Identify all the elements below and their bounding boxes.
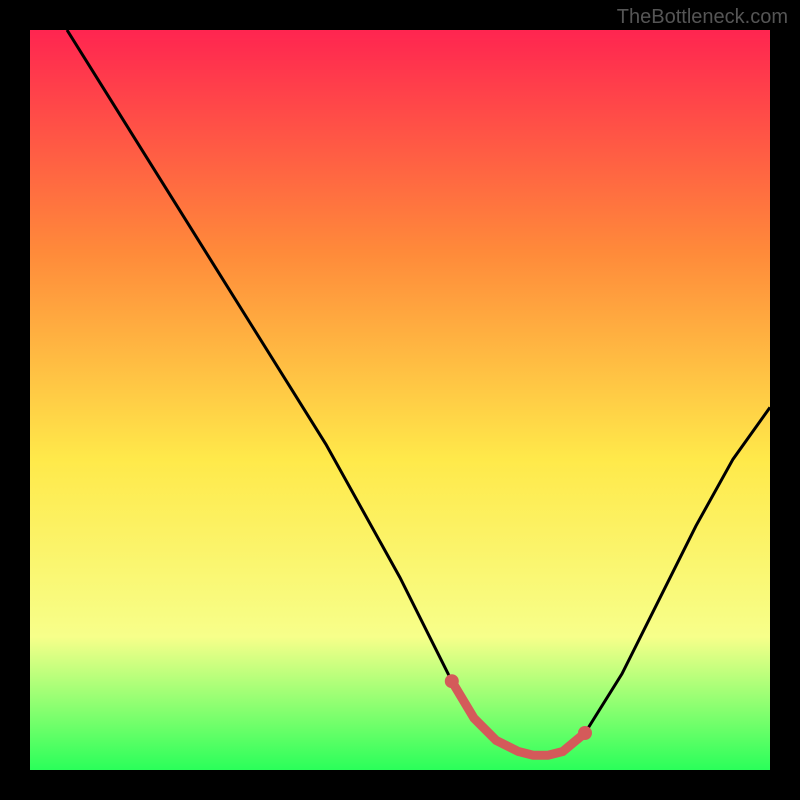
optimal-dot bbox=[445, 674, 459, 688]
optimal-dot bbox=[578, 726, 592, 740]
watermark-text: TheBottleneck.com bbox=[617, 6, 788, 29]
chart-container: TheBottleneck.com bbox=[0, 0, 800, 800]
chart-svg bbox=[30, 30, 770, 770]
plot-area bbox=[30, 30, 770, 770]
gradient-background bbox=[30, 30, 770, 770]
